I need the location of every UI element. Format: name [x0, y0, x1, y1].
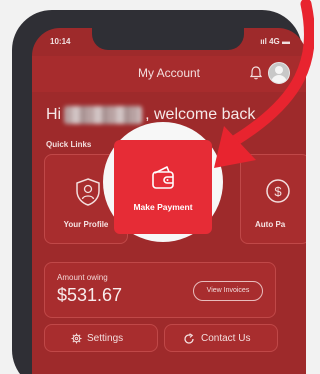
quick-links-label: Quick Links	[46, 140, 92, 149]
settings-label: Settings	[87, 333, 124, 344]
app-header: My Account	[32, 56, 306, 92]
greeting-suffix: , welcome back	[145, 106, 256, 124]
view-invoices-button[interactable]: View Invoices	[193, 281, 263, 301]
status-indicators: ııl 4G ▬	[260, 37, 290, 46]
amount-owing-value: $531.67	[57, 285, 123, 305]
phone-notch	[92, 28, 244, 50]
dollar-circle-icon: $	[266, 179, 290, 203]
refresh-icon	[184, 333, 194, 344]
amount-owing-label: Amount owing	[57, 273, 108, 282]
svg-text:$: $	[274, 184, 282, 199]
contact-us-label: Contact Us	[201, 333, 251, 344]
shield-person-icon	[76, 178, 100, 206]
welcome-greeting: Hi , welcome back	[46, 106, 255, 124]
page-title: My Account	[137, 66, 201, 80]
bell-icon[interactable]	[249, 66, 263, 80]
make-payment-label: Make Payment	[133, 202, 193, 212]
settings-button[interactable]: Settings	[44, 324, 158, 352]
greeting-hi: Hi	[46, 106, 62, 124]
amount-owing-panel: Amount owing $531.67 View Invoices	[44, 262, 276, 318]
quick-link-make-payment[interactable]: Make Payment	[114, 140, 212, 234]
status-time: 10:14	[50, 37, 71, 46]
quick-link-auto-pay[interactable]: $ Auto Pa	[240, 154, 306, 244]
contact-us-button[interactable]: Contact Us	[164, 324, 278, 352]
quick-link-label: Auto Pa	[255, 220, 286, 229]
gear-icon	[71, 333, 82, 344]
wallet-icon	[152, 166, 174, 189]
blurred-username	[64, 106, 143, 124]
avatar[interactable]	[268, 62, 290, 84]
